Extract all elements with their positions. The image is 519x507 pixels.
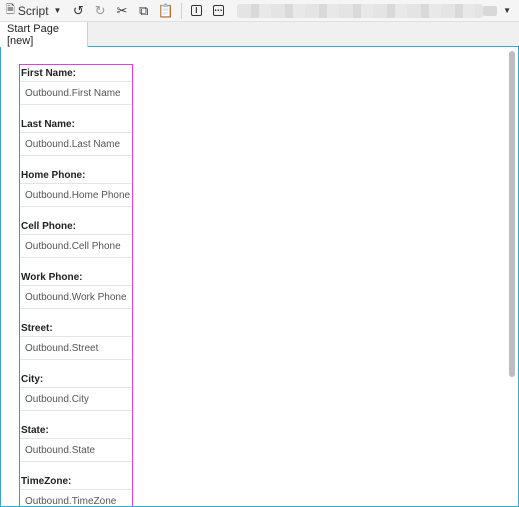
form-field-work-phone: Work Phone: Outbound.Work Phone <box>20 269 132 320</box>
redo-icon[interactable]: ↻ <box>89 0 111 22</box>
copy-icon[interactable]: ⧉ <box>133 0 155 22</box>
form-field-city: City: Outbound.City <box>20 371 132 422</box>
dropdown-icon <box>483 5 498 16</box>
field-input[interactable]: Outbound.TimeZone <box>20 489 132 506</box>
chevron-down-icon: ▼ <box>503 6 511 15</box>
field-label: Last Name: <box>21 119 75 130</box>
tab-start-page[interactable]: Start Page [new] <box>0 22 88 47</box>
info-box-button[interactable]: I <box>186 0 208 22</box>
ellipsis-box-icon: ⋯ <box>212 5 224 16</box>
form-field-street: Street: Outbound.Street <box>20 320 132 371</box>
toolbar-divider <box>180 2 182 19</box>
tab-strip: Start Page [new] <box>0 22 519 47</box>
blurred-toolbar-region <box>237 3 484 18</box>
form-field-first-name: First Name: Outbound.First Name <box>20 65 132 116</box>
field-label: City: <box>21 374 44 385</box>
form-field-state: State: Outbound.State <box>20 422 132 473</box>
field-input[interactable]: Outbound.State <box>20 438 132 462</box>
info-box-icon: I <box>190 5 202 16</box>
form-field-home-phone: Home Phone: Outbound.Home Phone <box>20 167 132 218</box>
field-input[interactable]: Outbound.Home Phone <box>20 183 132 207</box>
form-container[interactable]: First Name: Outbound.First Name Last Nam… <box>19 64 133 506</box>
tab-label: Start Page [new] <box>7 22 59 47</box>
ellipsis-box-button[interactable]: ⋯ <box>207 0 229 22</box>
script-menu-button[interactable]: 🗎 Script ▼ <box>0 0 67 22</box>
right-dropdown[interactable]: ▼ <box>483 5 511 16</box>
field-input[interactable]: Outbound.Work Phone <box>20 285 132 309</box>
field-input[interactable]: Outbound.First Name <box>20 81 132 105</box>
undo-icon[interactable]: ↺ <box>67 0 89 22</box>
cut-icon[interactable]: ✂ <box>111 0 133 22</box>
field-label: TimeZone: <box>21 476 72 487</box>
field-label: Street: <box>21 323 53 334</box>
field-input[interactable]: Outbound.City <box>20 387 132 411</box>
chevron-down-icon: ▼ <box>53 6 62 15</box>
scrollbar-thumb[interactable] <box>509 51 515 377</box>
form-field-timezone: TimeZone: Outbound.TimeZone <box>20 473 132 506</box>
field-input[interactable]: Outbound.Street <box>20 336 132 360</box>
field-label: Home Phone: <box>21 170 86 181</box>
form-field-last-name: Last Name: Outbound.Last Name <box>20 116 132 167</box>
toolbar: 🗎 Script ▼ ↺ ↻ ✂ ⧉ 📋 I ⋯ ▼ <box>0 0 519 22</box>
field-input[interactable]: Outbound.Last Name <box>20 132 132 156</box>
field-label: Work Phone: <box>21 272 83 283</box>
document-icon: 🗎 <box>6 4 15 16</box>
field-label: Cell Phone: <box>21 221 77 232</box>
editor-panel: First Name: Outbound.First Name Last Nam… <box>0 47 519 507</box>
field-label: First Name: <box>21 68 77 79</box>
script-menu-label: Script <box>17 3 49 18</box>
form-field-cell-phone: Cell Phone: Outbound.Cell Phone <box>20 218 132 269</box>
paste-icon[interactable]: 📋 <box>155 0 177 22</box>
field-input[interactable]: Outbound.Cell Phone <box>20 234 132 258</box>
field-label: State: <box>21 425 49 436</box>
